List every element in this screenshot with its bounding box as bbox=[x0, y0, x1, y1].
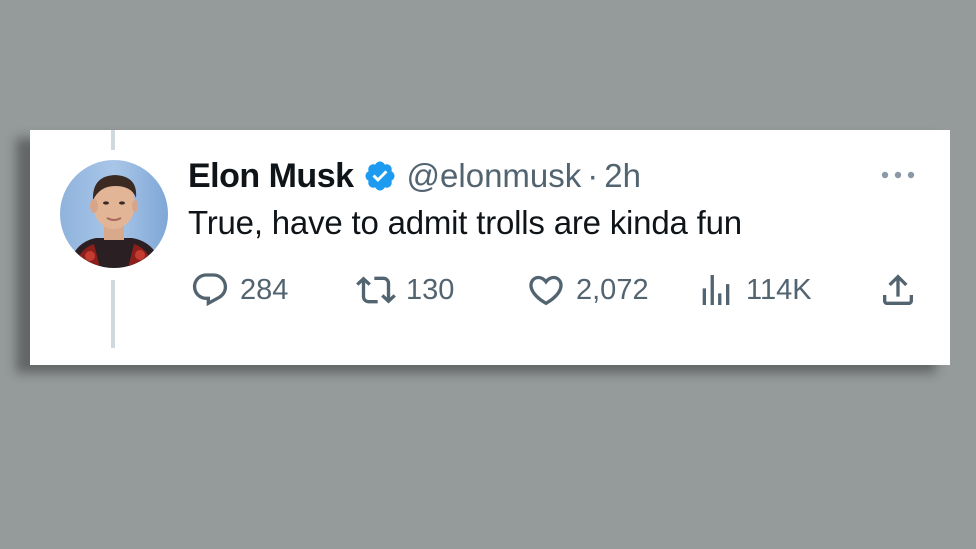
heart-icon bbox=[529, 275, 563, 306]
views-count: 114K bbox=[746, 273, 812, 306]
share-icon bbox=[883, 274, 913, 305]
header-separator: · bbox=[587, 157, 599, 194]
tweet-text: True, have to admit trolls are kinda fun bbox=[188, 204, 742, 241]
reply-button[interactable]: 284 bbox=[190, 270, 288, 310]
reply-count: 284 bbox=[240, 273, 289, 306]
views-button[interactable]: 114K bbox=[696, 270, 812, 310]
reply-icon bbox=[192, 273, 228, 307]
avatar-image bbox=[60, 160, 168, 268]
thread-line-top bbox=[111, 130, 115, 150]
tweet-header: Elon Musk @elonmusk · 2h bbox=[188, 156, 641, 196]
share-button[interactable] bbox=[878, 270, 918, 310]
avatar[interactable] bbox=[60, 160, 168, 268]
tweet-timestamp[interactable]: 2h bbox=[604, 157, 641, 195]
author-handle[interactable]: @elonmusk bbox=[407, 157, 582, 195]
tweet-actions: 284 130 2,072 114K bbox=[188, 270, 920, 310]
retweet-icon bbox=[356, 276, 396, 304]
tweet-card[interactable]: Elon Musk @elonmusk · 2h True, have to a… bbox=[30, 130, 950, 365]
like-button[interactable]: 2,072 bbox=[526, 270, 649, 310]
retweet-button[interactable]: 130 bbox=[356, 270, 454, 310]
more-icon[interactable] bbox=[880, 168, 916, 182]
author-name[interactable]: Elon Musk bbox=[188, 157, 354, 196]
verified-badge-icon bbox=[365, 161, 395, 191]
like-count: 2,072 bbox=[576, 273, 649, 306]
views-icon bbox=[702, 275, 730, 305]
screenshot-stage: Elon Musk @elonmusk · 2h True, have to a… bbox=[0, 0, 976, 549]
thread-line-bottom bbox=[111, 280, 115, 348]
retweet-count: 130 bbox=[406, 273, 455, 306]
